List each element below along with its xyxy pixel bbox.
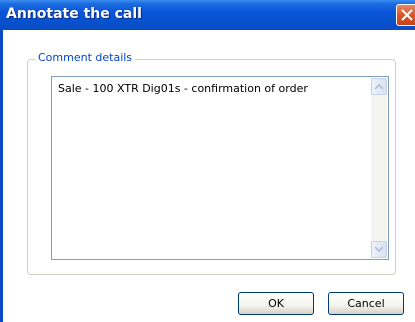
scroll-down-arrow-icon	[375, 247, 383, 252]
scroll-up-arrow-icon	[375, 84, 383, 89]
vertical-scrollbar[interactable]	[371, 78, 387, 258]
group-legend: Comment details	[35, 51, 136, 64]
window-title: Annotate the call	[6, 6, 142, 22]
title-bar[interactable]: Annotate the call	[0, 0, 415, 30]
scroll-up-button[interactable]	[371, 78, 387, 95]
close-icon	[401, 9, 413, 21]
comment-text: Sale - 100 XTR Dig01s - confirmation of …	[58, 82, 308, 95]
ok-button[interactable]: OK	[238, 292, 314, 315]
cancel-button[interactable]: Cancel	[328, 292, 404, 315]
comment-textarea[interactable]: Sale - 100 XTR Dig01s - confirmation of …	[51, 76, 389, 260]
close-button[interactable]	[396, 4, 415, 26]
annotate-dialog: Annotate the call Comment details Sale -…	[0, 0, 415, 322]
scroll-down-button[interactable]	[371, 241, 387, 258]
